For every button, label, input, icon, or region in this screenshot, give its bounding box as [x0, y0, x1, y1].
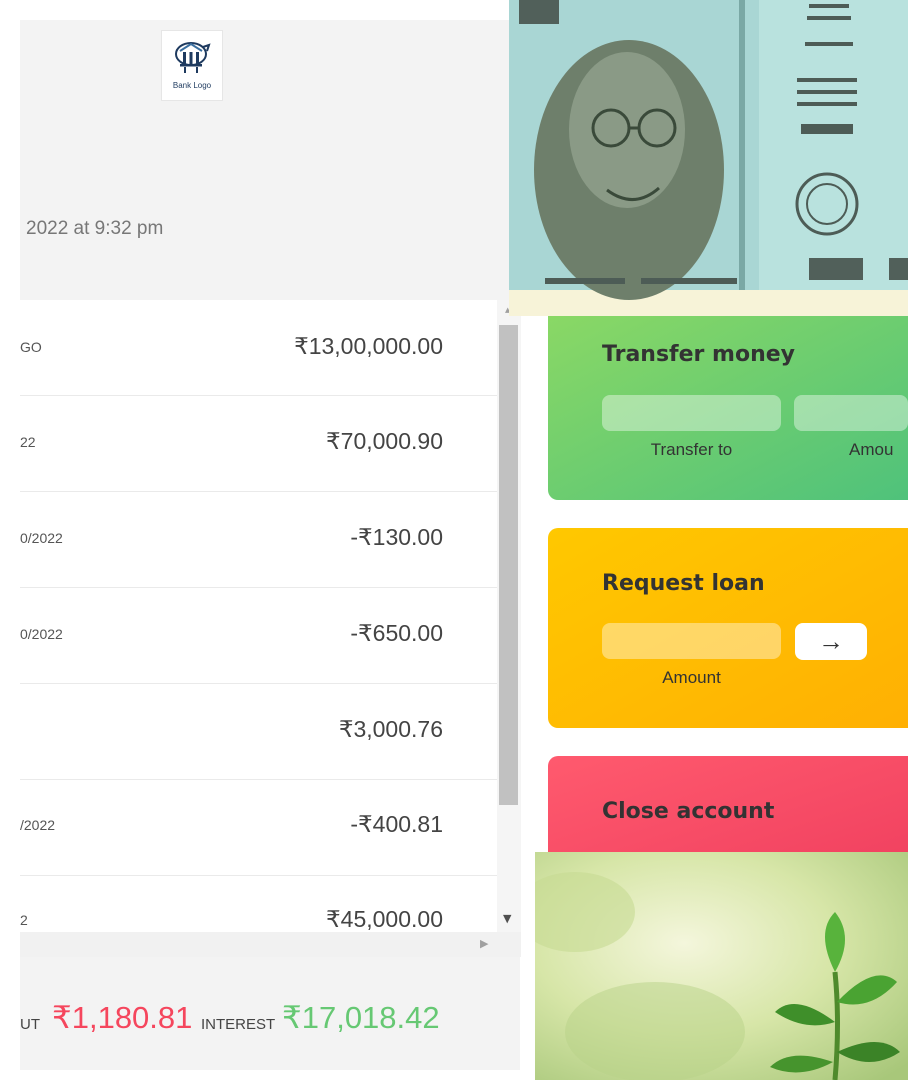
movement-row: 2 ₹45,000.00: [20, 876, 497, 932]
horizontal-scrollbar[interactable]: [20, 932, 521, 957]
close-account-title: Close account: [602, 799, 775, 824]
movement-value: -₹650.00: [350, 620, 443, 646]
movement-row: GO ₹13,00,000.00: [20, 300, 497, 396]
vertical-scrollbar[interactable]: [497, 300, 521, 932]
transfer-to-label: Transfer to: [650, 440, 733, 459]
movement-date: 0/2022: [20, 626, 63, 642]
current-date: 2022 at 9:32 pm: [26, 218, 164, 239]
movement-value: -₹130.00: [350, 524, 443, 550]
movement-row: 0/2022 -₹650.00: [20, 588, 497, 684]
movement-value: ₹3,000.76: [338, 716, 443, 742]
movement-row: 0/2022 -₹130.00: [20, 492, 497, 588]
transfer-amount-input[interactable]: [794, 395, 908, 431]
banknote-image: [509, 0, 908, 316]
summary-out-value: ₹1,180.81: [52, 1000, 193, 1035]
loan-amount-label: Amount: [662, 668, 721, 687]
movement-row: ₹3,000.76: [20, 684, 497, 780]
loan-amount-input[interactable]: [602, 623, 781, 659]
movement-row: /2022 -₹400.81: [20, 780, 497, 876]
logo-text: Bank Logo: [172, 81, 212, 90]
loan-submit-button[interactable]: →: [795, 623, 867, 660]
movement-date: 2: [20, 912, 28, 928]
movement-date: GO: [20, 339, 42, 355]
movement-date: /2022: [20, 817, 56, 833]
movement-row: 22 ₹70,000.90: [20, 396, 497, 492]
transfer-card: Transfer money Transfer to Amou: [548, 316, 908, 500]
movement-date: 22: [20, 434, 36, 450]
loan-title: Request loan: [602, 571, 765, 596]
summary-out-label: UT: [20, 1016, 40, 1033]
movement-value: ₹70,000.90: [326, 428, 443, 454]
scroll-down-arrow[interactable]: ▼: [503, 912, 511, 925]
movement-value: -₹400.81: [350, 811, 443, 837]
loan-card: Request loan → Amount: [548, 528, 908, 728]
bank-logo: Bank Logo: [161, 30, 223, 101]
movements-list[interactable]: GO ₹13,00,000.00 22 ₹70,000.90 0/2022 -₹…: [20, 300, 497, 932]
plant-image: [535, 852, 908, 1080]
vertical-scrollbar-thumb[interactable]: [499, 325, 518, 805]
summary-interest-label: INTEREST: [201, 1016, 276, 1033]
summary-interest-value: ₹17,018.42: [282, 1000, 440, 1035]
transfer-amount-label: Amou: [849, 440, 894, 459]
movement-value: ₹45,000.00: [326, 906, 443, 932]
piggy-bank-icon: [175, 42, 211, 73]
transfer-title: Transfer money: [602, 342, 796, 367]
scroll-right-arrow[interactable]: ▶: [480, 937, 488, 950]
transfer-to-input[interactable]: [602, 395, 781, 431]
movement-value: ₹13,00,000.00: [294, 333, 443, 359]
movement-date: 0/2022: [20, 530, 63, 546]
